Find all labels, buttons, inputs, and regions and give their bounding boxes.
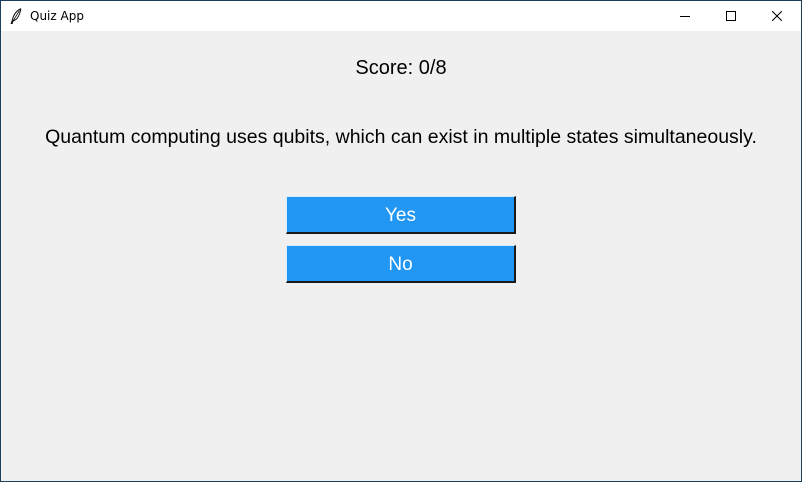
maximize-icon <box>726 11 736 21</box>
minimize-button[interactable] <box>662 1 708 31</box>
title-bar[interactable]: Quiz App <box>1 1 801 31</box>
no-button[interactable]: No <box>286 245 516 283</box>
minimize-icon <box>680 11 690 21</box>
score-label: Score: 0/8 <box>355 57 447 79</box>
app-window: Quiz App Score: 0/8 Quantum computing us… <box>0 0 802 482</box>
feather-icon <box>10 8 22 25</box>
close-button[interactable] <box>754 1 800 31</box>
quiz-panel: Score: 0/8 Quantum computing uses qubits… <box>1 31 801 481</box>
maximize-button[interactable] <box>708 1 754 31</box>
yes-button[interactable]: Yes <box>286 196 516 234</box>
window-title: Quiz App <box>30 9 84 23</box>
close-icon <box>772 11 782 21</box>
question-text: Quantum computing uses qubits, which can… <box>45 126 757 148</box>
